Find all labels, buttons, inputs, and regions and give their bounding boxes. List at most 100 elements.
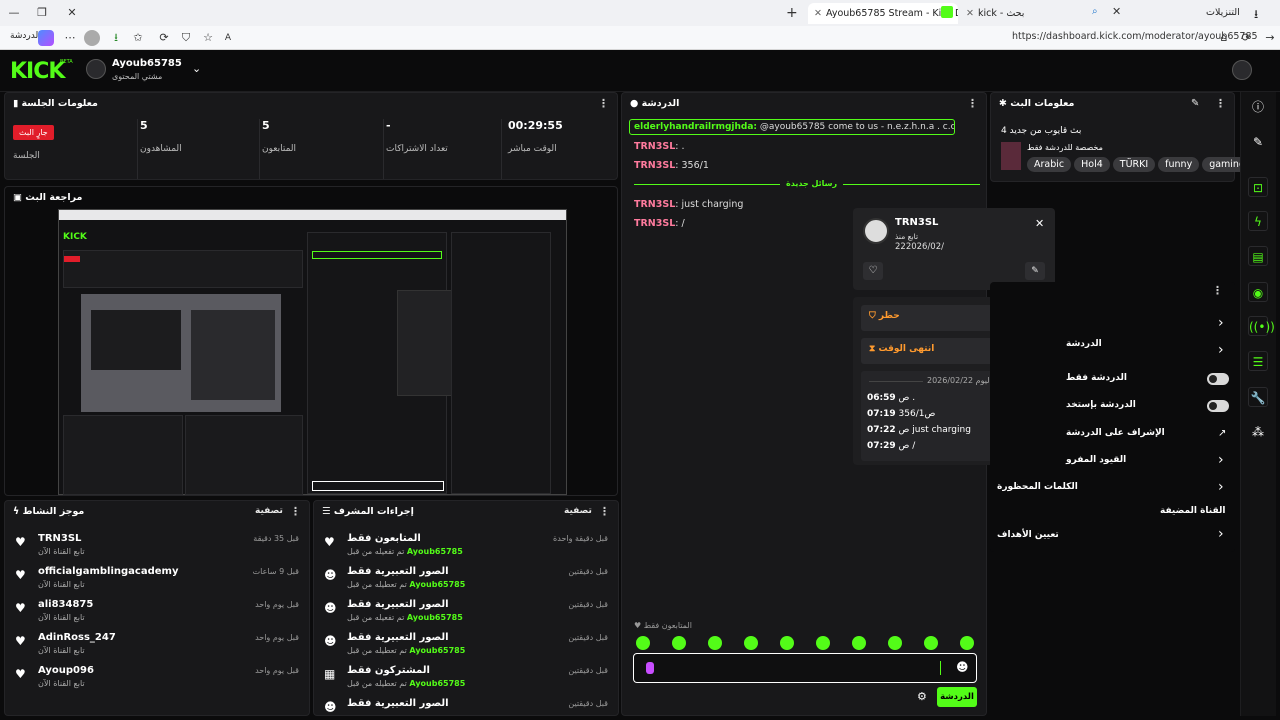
chevron-right-icon[interactable]: › [1218, 526, 1224, 542]
tag[interactable]: Hol4 [1074, 157, 1110, 172]
kick-logo[interactable]: KICK [10, 59, 65, 84]
emote-icon[interactable] [708, 636, 722, 650]
new-tab-icon[interactable]: + [786, 5, 798, 21]
emote-icon[interactable] [636, 636, 650, 650]
close-window-icon[interactable]: ✕ [58, 0, 86, 26]
tab-kick-dashboard[interactable]: ✕ Ayoub65785 Stream - Kick Da [808, 3, 958, 24]
profile-icon[interactable] [84, 30, 100, 46]
list-item[interactable]: ☻ الصور التعبيرية فقط قبل دقيقتين [314, 694, 618, 715]
avatar[interactable] [1232, 60, 1252, 80]
tag[interactable]: Arabic [1027, 157, 1072, 172]
more-vert-icon[interactable]: ⋮ [1212, 284, 1223, 297]
close-tab-icon[interactable]: ✕ [1112, 5, 1121, 18]
chat-using-toggle[interactable] [1207, 400, 1229, 412]
list-item[interactable]: ♥ المتابعون فقط تم تفعيله من قبل Ayoub65… [314, 529, 618, 562]
mod-tools-icon[interactable]: ✎ [1025, 262, 1045, 280]
more-vert-icon[interactable]: ⋮ [967, 93, 978, 115]
settings-gear-icon[interactable]: ⚙ [917, 690, 927, 703]
list-item[interactable]: ☻ الصور التعبيرية فقط تم تفعيله من قبل A… [314, 595, 618, 628]
list-item[interactable]: ♥ AdinRoss_247 تابع القناة الآن قبل يوم … [5, 628, 309, 661]
emoji-picker-icon[interactable]: ☻ [956, 660, 969, 674]
list-item[interactable]: ☻ الصور التعبيرية فقط تم تعطيله من قبل A… [314, 628, 618, 661]
apps-icon[interactable]: ⁂ [1248, 422, 1268, 442]
filter-button[interactable]: تصفية [255, 506, 283, 516]
layout-icon[interactable]: ☰ [1248, 351, 1268, 371]
more-vert-icon[interactable]: ⋮ [598, 93, 609, 115]
downloads-label[interactable]: التنزيلات [1206, 7, 1240, 18]
emote-icon[interactable] [924, 636, 938, 650]
chevron-right-icon[interactable]: › [1218, 452, 1224, 468]
favorites-icon[interactable]: ✩ [130, 30, 146, 46]
settings-item-chat-using[interactable]: الدردشة بإستخد [1066, 400, 1136, 410]
edit-icon[interactable]: ✎ [1248, 132, 1268, 152]
tag[interactable]: funny [1158, 157, 1200, 172]
external-link-icon[interactable]: ↗ [1218, 428, 1226, 439]
restore-icon[interactable]: ❐ [28, 0, 56, 26]
settings-item-goals[interactable]: تعيين الأهداف [997, 530, 1059, 540]
emote-icon[interactable] [744, 636, 758, 650]
emote-icon[interactable] [780, 636, 794, 650]
chevron-right-icon[interactable]: › [1218, 315, 1224, 331]
send-chat-button[interactable]: الدردشة [937, 687, 977, 707]
more-icon[interactable]: ⋯ [62, 30, 78, 46]
chat-message[interactable]: TRN3SL: . [634, 141, 685, 152]
chevron-right-icon[interactable]: › [1218, 479, 1224, 495]
list-item[interactable]: ♥ officialgamblingacademy تابع القناة ال… [5, 562, 309, 595]
more-vert-icon[interactable]: ⋮ [1215, 93, 1226, 115]
star-icon[interactable]: ☆ [200, 30, 216, 46]
heart-icon[interactable]: ♡ [863, 262, 883, 280]
reading-label[interactable]: الدردشة [10, 31, 41, 41]
settings-item-restrictions[interactable]: القيود المفرو [1066, 455, 1126, 465]
wrench-icon[interactable]: 🔧 [1248, 387, 1268, 407]
reload-icon[interactable]: ⟳ [1238, 30, 1254, 46]
list-item[interactable]: ☻ الصور التعبيرية فقط تم تعطيله من قبل A… [314, 562, 618, 595]
shield-icon[interactable]: ⛉ [178, 30, 194, 46]
chevron-down-icon[interactable]: ⌄ [192, 62, 201, 75]
chat-only-toggle[interactable] [1207, 373, 1229, 385]
info-icon[interactable]: ⓘ [1248, 97, 1268, 117]
document-icon[interactable]: ▤ [1248, 246, 1268, 266]
settings-item-banned-words[interactable]: الكلمات المحظورة [997, 482, 1078, 492]
refresh-icon[interactable]: ⟳ [156, 30, 172, 46]
tab-search[interactable]: ✕ kick - بحث [960, 3, 1110, 24]
back-icon[interactable]: → [1262, 30, 1278, 46]
close-icon[interactable]: ✕ [1035, 217, 1044, 230]
emote-icon[interactable] [888, 636, 902, 650]
stream-preview-video[interactable]: KICK [58, 209, 567, 495]
list-item[interactable]: ♥ ali834875 تابع القناة الآن قبل يوم واح… [5, 595, 309, 628]
minimize-icon[interactable]: — [0, 0, 28, 26]
broadcast-icon[interactable]: ((•)) [1248, 316, 1275, 336]
lock-icon[interactable]: ⌂ [1216, 30, 1232, 46]
close-tab-icon[interactable]: ✕ [966, 8, 974, 19]
mic-icon[interactable] [646, 662, 654, 674]
lightning-icon[interactable]: ϟ [1248, 211, 1268, 231]
chat-input[interactable]: ☻ [633, 653, 977, 683]
filter-button[interactable]: تصفية [564, 506, 592, 516]
list-item[interactable]: ▦ المشتركون فقط تم تعطيله من قبل Ayoub65… [314, 661, 618, 694]
focus-icon[interactable]: ⊡ [1248, 177, 1268, 197]
emote-icon[interactable] [672, 636, 686, 650]
chat-message[interactable]: TRN3SL: 356/1 [634, 160, 709, 171]
settings-item-host-channel[interactable]: القناة المضيفة [1160, 506, 1225, 516]
settings-item-chat[interactable]: الدردشة [1066, 339, 1102, 349]
read-aloud-icon[interactable]: A [220, 30, 236, 46]
emote-icon[interactable] [816, 636, 830, 650]
chat-message[interactable]: TRN3SL: just charging [634, 199, 743, 210]
chat-message[interactable]: TRN3SL: / [634, 218, 685, 229]
download-icon[interactable]: ⭳ [1254, 5, 1258, 26]
more-vert-icon[interactable]: ⋮ [599, 501, 610, 523]
list-item[interactable]: ♥ Ayoup096 تابع القناة الآن قبل يوم واحد [5, 661, 309, 694]
list-item[interactable]: ♥ TRN3SL تابع القناة الآن قبل 35 دقيقة [5, 529, 309, 562]
tag[interactable]: TÜRKI [1112, 157, 1156, 172]
copilot-icon[interactable] [38, 30, 54, 46]
emote-icon[interactable] [960, 636, 974, 650]
chat-bubble-icon[interactable]: ◉ [1248, 282, 1268, 302]
settings-item-chat-moderation[interactable]: الإشراف على الدردشة [1066, 428, 1165, 438]
chevron-right-icon[interactable]: › [1218, 342, 1224, 358]
emote-icon[interactable] [852, 636, 866, 650]
edit-icon[interactable]: ✎ [1191, 98, 1199, 109]
more-vert-icon[interactable]: ⋮ [290, 501, 301, 523]
close-tab-icon[interactable]: ✕ [814, 8, 822, 19]
download-icon[interactable]: ⭳ [108, 30, 124, 46]
settings-item-chat-only[interactable]: الدردشة فقط [1066, 373, 1127, 383]
